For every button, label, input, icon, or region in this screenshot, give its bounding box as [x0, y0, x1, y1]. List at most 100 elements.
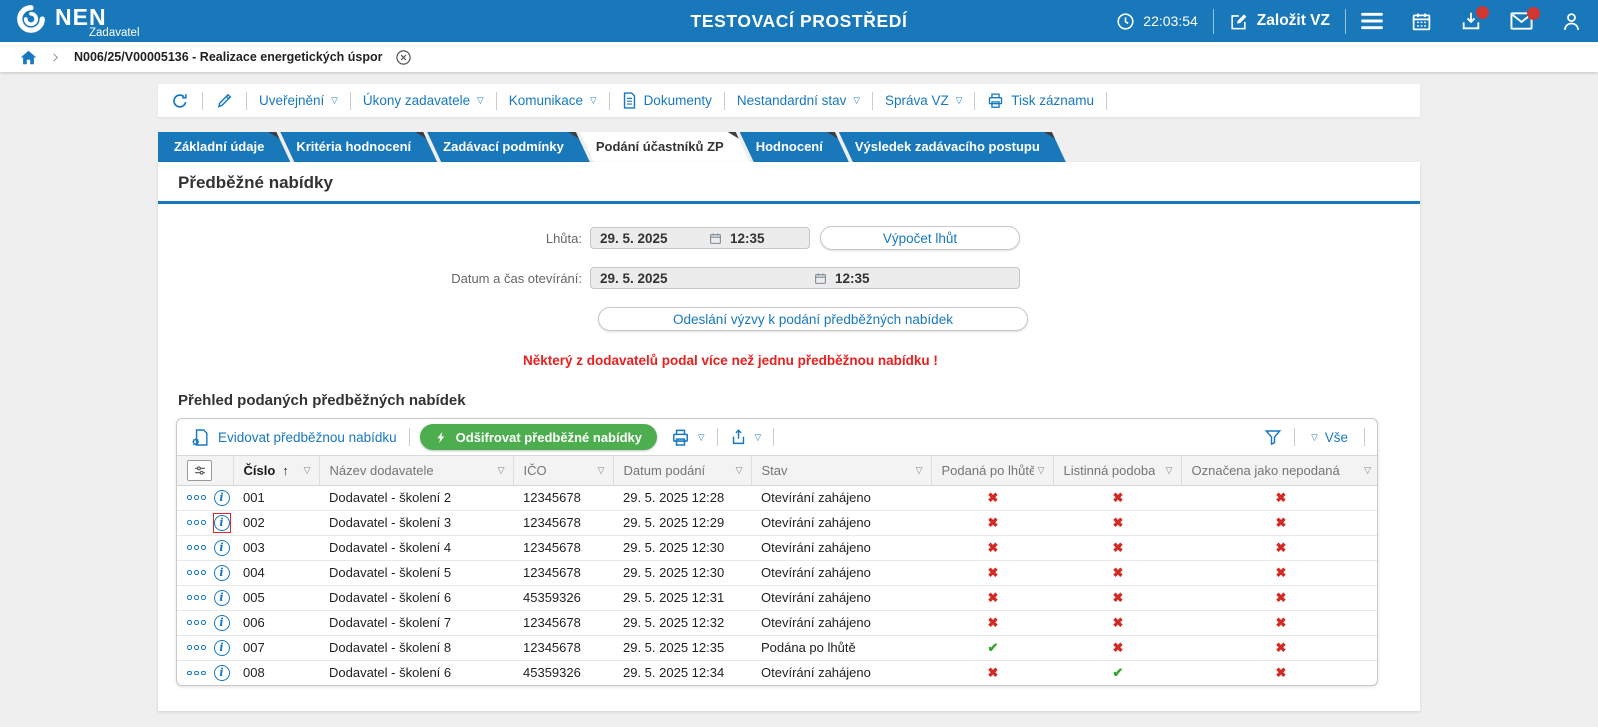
column-header-stav[interactable]: Stav ▽	[750, 456, 931, 486]
compute-deadlines-button[interactable]: Výpočet lhůt	[820, 226, 1020, 250]
filter-caret-icon[interactable]: ▽	[1360, 465, 1371, 476]
row-info-button[interactable]: i	[213, 538, 231, 558]
row-info-button[interactable]: i	[213, 613, 231, 633]
menu-button[interactable]	[1361, 12, 1383, 30]
opening-time-value: 12:35	[835, 270, 870, 286]
messages-button[interactable]	[1510, 7, 1540, 31]
menu-nestandardni-stav[interactable]: Nestandardní stav ▽	[735, 93, 862, 108]
export-grid-button[interactable]: ▽	[728, 428, 764, 446]
cell-stav: Otevírání zahájeno	[751, 584, 931, 610]
top-header: NEN Zadavatel TESTOVACÍ PROSTŘEDÍ 22:03:…	[0, 0, 1598, 42]
downloads-button[interactable]	[1460, 6, 1489, 32]
column-header-cislo[interactable]: Číslo ↑ ▽	[232, 456, 319, 486]
table-row[interactable]: i 003 Dodavatel - školení 4 12345678 29.…	[177, 534, 1377, 560]
row-menu-button[interactable]	[187, 620, 206, 625]
cell-stav: Otevírání zahájeno	[751, 509, 931, 535]
tab-hodnoceni[interactable]: Hodnocení	[740, 132, 849, 162]
row-menu-button[interactable]	[187, 545, 206, 550]
flag-oznacena-jako-nepodana: ✖	[1275, 664, 1287, 680]
filter-caret-icon[interactable]: ▽	[1162, 465, 1173, 476]
send-invitation-button[interactable]: Odeslání výzvy k podání předběžných nabí…	[598, 307, 1028, 331]
nen-logo[interactable]: NEN Zadavatel	[16, 4, 140, 39]
row-menu-button[interactable]	[187, 520, 206, 525]
opening-time-field[interactable]: 12:35	[805, 271, 1019, 286]
column-header-ico[interactable]: IČO ▽	[512, 456, 613, 486]
divider	[1345, 8, 1346, 34]
filter-caret-icon[interactable]: ▽	[1034, 465, 1045, 476]
table-row[interactable]: i 001 Dodavatel - školení 2 12345678 29.…	[177, 485, 1377, 510]
deadline-time-field[interactable]: 12:35	[700, 231, 809, 246]
tab-zadavaci-podminky[interactable]: Zadávací podmínky	[427, 132, 590, 162]
cell-cislo: 004	[233, 559, 319, 585]
calendar-button[interactable]	[1411, 11, 1432, 32]
menu-komunikace[interactable]: Komunikace ▽	[507, 93, 599, 108]
page-title: Předběžné nabídky	[178, 173, 333, 192]
row-menu-button[interactable]	[187, 670, 206, 675]
edit-record-button[interactable]	[213, 92, 236, 109]
column-settings-button[interactable]	[187, 459, 212, 481]
user-button[interactable]	[1561, 11, 1582, 32]
tab-zakladni-udaje[interactable]: Základní údaje	[158, 132, 290, 162]
row-info-button[interactable]: i	[213, 588, 231, 608]
menu-tisk-zaznamu[interactable]: Tisk záznamu	[985, 92, 1096, 109]
tab-kriteria-hodnoceni[interactable]: Kritéria hodnocení	[280, 132, 437, 162]
flag-podana-po-lhute: ✔	[987, 639, 999, 655]
column-header-listinna-podoba[interactable]: Listinná podoba ▽	[1052, 456, 1181, 486]
breadcrumb-item[interactable]: N006/25/V00005136 - Realizace energetick…	[74, 50, 383, 64]
deadline-datetime-field[interactable]: 29. 5. 2025 12:35	[590, 227, 810, 249]
row-info-button[interactable]: i	[213, 563, 231, 583]
deadline-date-value[interactable]: 29. 5. 2025	[591, 231, 700, 246]
row-info-button[interactable]: i	[213, 663, 231, 683]
opening-datetime-field[interactable]: 29. 5. 2025 12:35	[590, 267, 1020, 289]
menu-sprava-vz[interactable]: Správa VZ ▽	[883, 93, 964, 108]
cell-datum-podani: 29. 5. 2025 12:34	[613, 659, 751, 685]
row-info-button[interactable]: i	[213, 638, 231, 658]
column-header-datum-podani[interactable]: Datum podání ▽	[612, 456, 751, 486]
refresh-button[interactable]	[168, 92, 192, 110]
row-info-button[interactable]: i	[212, 512, 231, 533]
filter-caret-icon[interactable]: ▽	[494, 465, 505, 476]
menu-ukony-zadavatele[interactable]: Úkony zadavatele ▽	[361, 93, 486, 108]
column-header-nazev-dodavatele[interactable]: Název dodavatele ▽	[318, 456, 513, 486]
home-button[interactable]	[20, 49, 37, 66]
table-row[interactable]: i 005 Dodavatel - školení 6 45359326 29.…	[177, 584, 1377, 610]
menu-dokumenty[interactable]: Dokumenty	[620, 92, 714, 109]
opening-date-value[interactable]: 29. 5. 2025	[591, 271, 805, 286]
tab-podani-ucastniku-zp[interactable]: Podání účastníků ZP	[580, 132, 750, 162]
table-row[interactable]: i 002 Dodavatel - školení 3 12345678 29.…	[177, 509, 1377, 535]
create-vz-button[interactable]: Založit VZ	[1229, 12, 1330, 31]
row-menu-button[interactable]	[187, 645, 206, 650]
filter-caret-icon[interactable]: ▽	[594, 465, 605, 476]
table-row[interactable]: i 006 Dodavatel - školení 7 12345678 29.…	[177, 609, 1377, 635]
filter-caret-icon[interactable]: ▽	[912, 465, 923, 476]
decrypt-bids-button[interactable]: Odšifrovat předběžné nabídky	[419, 424, 658, 450]
column-header-podana-po-lhute[interactable]: Podaná po lhůtě ▽	[930, 456, 1053, 486]
register-bid-button[interactable]: Evidovat předběžnou nabídku	[189, 428, 399, 447]
cell-stav: Otevírání zahájeno	[751, 559, 931, 585]
row-menu-button[interactable]	[187, 595, 206, 600]
tab-vysledek-zadavaciho-postupu[interactable]: Výsledek zadávacího postupu	[839, 132, 1066, 162]
divider	[1106, 91, 1108, 110]
chevron-down-icon: ▽	[1311, 431, 1318, 442]
filter-preset-select[interactable]: ▽ Vše	[1305, 429, 1354, 446]
filter-caret-icon[interactable]: ▽	[300, 465, 311, 476]
edit-icon	[1229, 12, 1248, 31]
flag-oznacena-jako-nepodana: ✖	[1275, 564, 1287, 580]
table-row[interactable]: i 008 Dodavatel - školení 6 45359326 29.…	[177, 659, 1377, 685]
bids-table: Číslo ↑ ▽ Název dodavatele ▽ IČO ▽ Datum pod…	[177, 456, 1377, 685]
table-row[interactable]: i 004 Dodavatel - školení 5 12345678 29.…	[177, 559, 1377, 585]
cell-cislo: 006	[233, 609, 319, 635]
row-info-button[interactable]: i	[213, 488, 231, 508]
nen-logo-icon	[16, 4, 46, 34]
close-record-button[interactable]	[395, 49, 412, 66]
table-row[interactable]: i 007 Dodavatel - školení 8 12345678 29.…	[177, 634, 1377, 660]
menu-uverejneni[interactable]: Uveřejnění ▽	[257, 93, 340, 108]
mail-notification-badge	[1527, 7, 1540, 20]
column-header-oznacena-jako-nepodana[interactable]: Označena jako nepodaná ▽	[1180, 456, 1377, 486]
row-menu-button[interactable]	[187, 570, 206, 575]
print-grid-button[interactable]: ▽	[669, 428, 707, 447]
row-menu-button[interactable]	[187, 495, 206, 500]
cell-datum-podani: 29. 5. 2025 12:35	[613, 634, 751, 660]
filter-button[interactable]	[1262, 428, 1284, 446]
filter-caret-icon[interactable]: ▽	[732, 465, 743, 476]
